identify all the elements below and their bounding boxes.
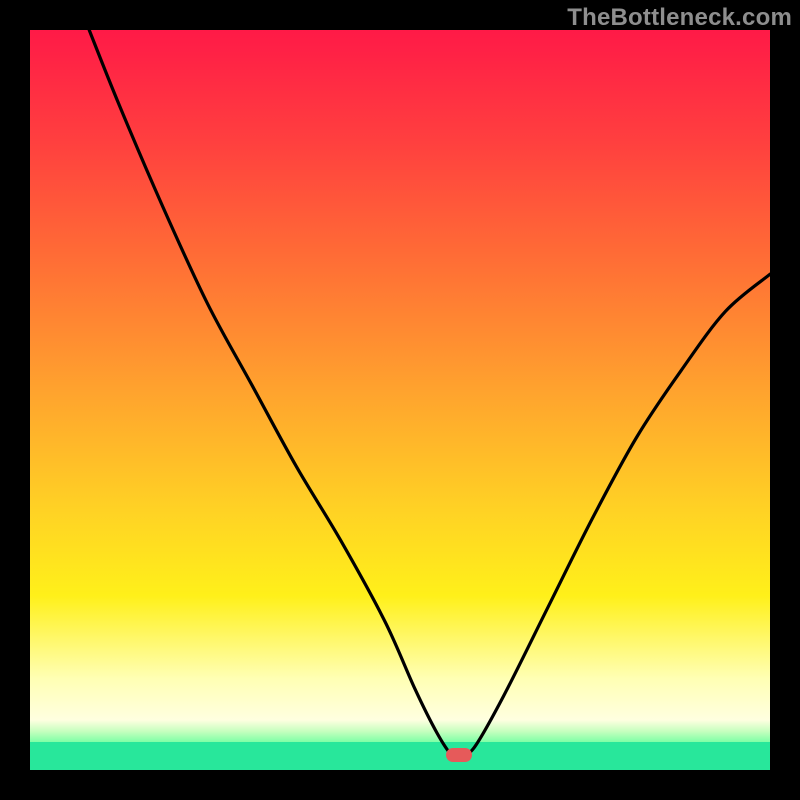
pale-green-band	[30, 720, 770, 742]
watermark-text: TheBottleneck.com	[567, 4, 792, 32]
outer-frame: TheBottleneck.com	[0, 0, 800, 800]
min-marker-icon	[446, 748, 472, 762]
plot-area	[30, 30, 770, 770]
green-band	[30, 742, 770, 770]
gradient-background	[30, 30, 770, 720]
